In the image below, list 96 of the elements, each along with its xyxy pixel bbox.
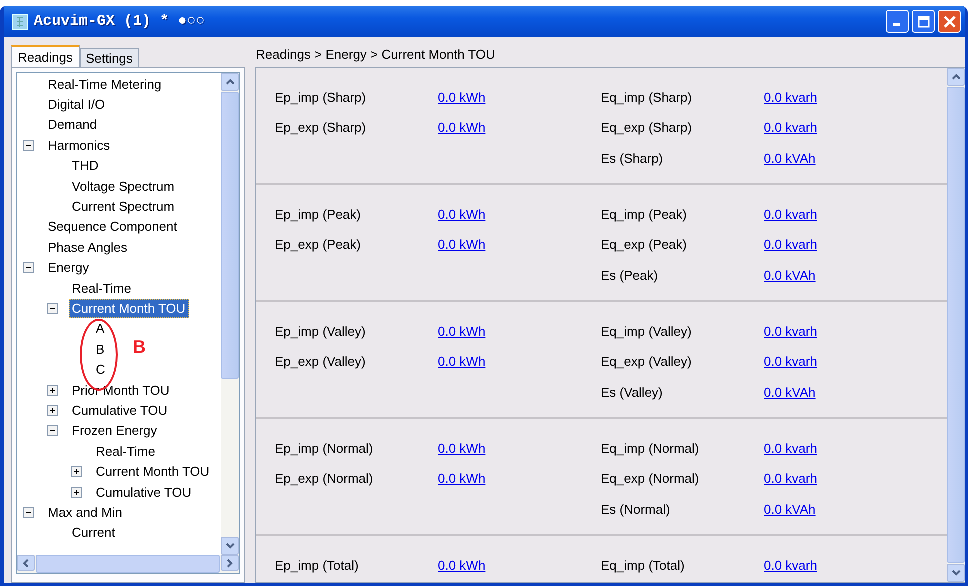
tree-item[interactable]: Demand: [45, 115, 100, 134]
maximize-icon: [918, 16, 930, 28]
reading-value-link[interactable]: 0.0 kWh: [438, 90, 601, 105]
tree-item[interactable]: Harmonics: [45, 136, 114, 155]
reading-label: Eq_imp (Valley): [601, 324, 693, 339]
reading-label: Es (Peak): [601, 268, 660, 283]
chevron-up-icon: [226, 79, 234, 85]
reading-value-link[interactable]: 0.0 kVAh: [764, 502, 927, 517]
breadcrumb: Readings > Energy > Current Month TOU: [255, 46, 496, 64]
reading-label: Ep_imp (Sharp): [275, 90, 368, 105]
reading-value-link[interactable]: 0.0 kWh: [438, 440, 601, 456]
reading-value-link[interactable]: 0.0 kvarh: [764, 90, 927, 105]
scrollbar[interactable]: [221, 73, 239, 555]
tree-item[interactable]: Max and Min: [45, 502, 126, 522]
close-icon: [944, 16, 956, 28]
tree-item[interactable]: Real-Time: [69, 278, 134, 298]
tab[interactable]: Settings: [80, 48, 139, 67]
expander-icon[interactable]: [23, 262, 34, 274]
reading-label: Eq_imp (Total): [601, 558, 686, 573]
tree-item[interactable]: B: [93, 340, 108, 359]
chevron-down-icon: [226, 543, 234, 549]
reading-label: Es (Valley): [601, 384, 664, 400]
tree-item[interactable]: Sequence Component: [45, 217, 180, 236]
reading-label: Ep_exp (Valley): [275, 354, 367, 370]
close-button[interactable]: [938, 10, 961, 33]
reading-label: Ep_exp (Normal): [275, 471, 374, 486]
window-title: Acuvim-GX (1) * ●○○: [34, 13, 206, 30]
reading-label: Es (Sharp): [601, 150, 664, 166]
reading-label: Eq_exp (Normal): [601, 471, 700, 486]
expander-icon[interactable]: [47, 425, 58, 436]
reading-value-link[interactable]: 0.0 kvarh: [764, 354, 927, 370]
reading-label: Ep_imp (Valley): [275, 324, 367, 339]
tab[interactable]: Readings: [11, 45, 80, 67]
tree-item[interactable]: Current: [69, 523, 118, 542]
tree-item[interactable]: Cumulative TOU: [69, 400, 171, 420]
reading-label: Eq_exp (Peak): [601, 237, 688, 252]
reading-value-link[interactable]: 0.0 kvarh: [764, 324, 927, 339]
tree-item[interactable]: Current Spectrum: [69, 197, 178, 216]
reading-value-link[interactable]: 0.0 kvarh: [764, 206, 927, 222]
reading-value-link[interactable]: 0.0 kVAh: [764, 150, 927, 166]
reading-value-link[interactable]: 0.0 kvarh: [764, 120, 927, 136]
tree-item[interactable]: Energy: [45, 258, 92, 278]
expander-icon[interactable]: [23, 140, 34, 151]
tree-item[interactable]: C: [93, 360, 108, 380]
reading-label: Es (Normal): [601, 502, 672, 517]
reading-value-link[interactable]: 0.0 kvarh: [764, 471, 927, 486]
reading-value-link[interactable]: 0.0 kvarh: [764, 237, 927, 252]
tree-item[interactable]: Cumulative TOU: [93, 482, 195, 502]
annotation-label: B: [133, 337, 146, 358]
reading-label: Ep_exp (Peak): [275, 237, 362, 252]
reading-label: Ep_exp (Sharp): [275, 120, 368, 136]
tree-item[interactable]: Phase Angles: [45, 238, 131, 257]
reading-value-link[interactable]: 0.0 kvarh: [764, 558, 927, 573]
maximize-button[interactable]: [912, 10, 935, 33]
tree-item[interactable]: Current Month TOU: [69, 298, 189, 318]
scrollbar[interactable]: [947, 68, 965, 582]
minimize-icon: [892, 23, 900, 26]
expander-icon[interactable]: [47, 404, 58, 416]
reading-label: Ep_imp (Normal): [275, 440, 374, 456]
minimize-button[interactable]: [886, 10, 909, 33]
tree-item[interactable]: Frozen Energy: [69, 421, 160, 440]
horizontal-scrollbar[interactable]: [16, 555, 240, 574]
reading-label: Eq_imp (Peak): [601, 206, 688, 222]
reading-label: Eq_imp (Normal): [601, 440, 700, 456]
expander-icon[interactable]: [71, 466, 82, 478]
reading-label: Ep_imp (Peak): [275, 206, 362, 222]
reading-value-link[interactable]: 0.0 kWh: [438, 206, 601, 222]
chevron-right-icon: [227, 558, 233, 568]
tree-item[interactable]: Real-Time: [93, 442, 158, 461]
reading-value-link[interactable]: 0.0 kWh: [438, 471, 601, 486]
reading-value-link[interactable]: 0.0 kVAh: [764, 384, 927, 400]
chevron-down-icon: [952, 570, 960, 576]
reading-label: Eq_imp (Sharp): [601, 90, 694, 105]
reading-value-link[interactable]: 0.0 kVAh: [764, 268, 927, 283]
expander-icon[interactable]: [23, 506, 34, 518]
reading-value-link[interactable]: 0.0 kWh: [438, 354, 601, 370]
chevron-up-icon: [952, 74, 960, 80]
reading-value-link[interactable]: 0.0 kWh: [438, 324, 601, 339]
app-icon: [12, 14, 28, 30]
reading-value-link[interactable]: 0.0 kWh: [438, 558, 601, 573]
chevron-left-icon: [23, 558, 29, 568]
tree-item[interactable]: Digital I/O: [45, 95, 108, 114]
tree-item[interactable]: Voltage Spectrum: [69, 176, 178, 196]
reading-value-link[interactable]: 0.0 kvarh: [764, 440, 927, 456]
reading-value-link[interactable]: 0.0 kWh: [438, 237, 601, 252]
expander-icon[interactable]: [71, 486, 82, 498]
expander-icon[interactable]: [47, 302, 58, 314]
expander-icon[interactable]: [47, 384, 58, 396]
reading-label: Eq_exp (Sharp): [601, 120, 694, 136]
reading-value-link[interactable]: 0.0 kWh: [438, 120, 601, 136]
reading-label: Eq_exp (Valley): [601, 354, 693, 370]
tree-item[interactable]: A: [93, 319, 108, 338]
tree-item[interactable]: Current Month TOU: [93, 462, 213, 482]
tree-item[interactable]: Real-Time Metering: [45, 74, 165, 94]
reading-label: Ep_imp (Total): [275, 558, 360, 573]
tree-item[interactable]: THD: [69, 156, 102, 176]
